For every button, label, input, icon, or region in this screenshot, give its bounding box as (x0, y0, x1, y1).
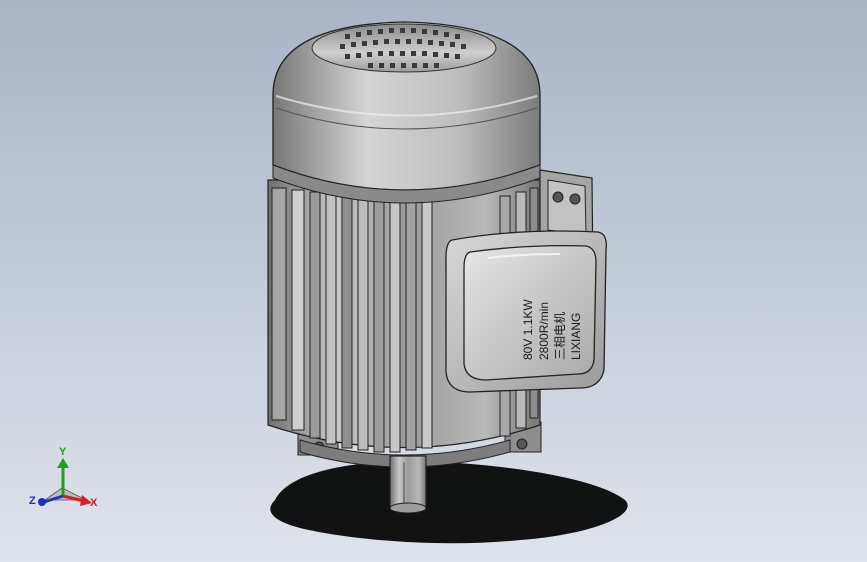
scene-canvas[interactable]: 80V 1.1KW 2800R/min 三相电机 LIXIANG Y X Z (0, 0, 867, 562)
floor-shadow (270, 461, 628, 544)
reference-triad[interactable]: Y X Z (29, 446, 98, 509)
nameplate-line-2: 2800R/min (537, 302, 551, 360)
3d-viewport[interactable]: 80V 1.1KW 2800R/min 三相电机 LIXIANG Y X Z (0, 0, 867, 562)
y-axis-label: Y (59, 446, 67, 458)
z-axis-label: Z (29, 495, 36, 507)
nameplate-line-3: 三相电机 (553, 312, 567, 360)
nameplate-line-4: LIXIANG (569, 313, 583, 360)
x-axis-label: X (90, 497, 98, 509)
motor-model[interactable]: 80V 1.1KW 2800R/min 三相电机 LIXIANG (267, 21, 607, 514)
fan-cover (272, 21, 541, 204)
output-shaft (389, 455, 427, 514)
nameplate-line-1: 80V 1.1KW (521, 299, 535, 360)
